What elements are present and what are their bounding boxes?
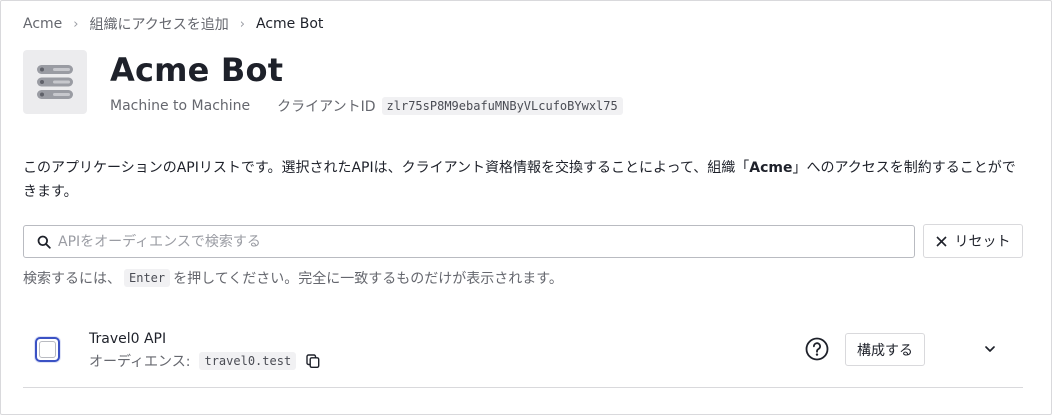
api-checkbox[interactable] (35, 337, 60, 362)
api-audience: オーディエンス: travel0.test (89, 350, 320, 372)
list-item: Travel0 API オーディエンス: travel0.test 構成する (23, 316, 1023, 388)
reset-button[interactable]: リセット (923, 224, 1023, 258)
hint-key: Enter (124, 269, 171, 287)
audience-label: オーディエンス: (89, 354, 191, 370)
hint-after: を押してください。完全に一致するものだけが表示されます。 (173, 271, 563, 287)
hint-before: 検索するには、 (23, 271, 121, 287)
breadcrumb-separator-icon: › (73, 16, 79, 32)
page-title: Acme Bot (110, 51, 284, 89)
copy-icon[interactable] (306, 354, 320, 368)
client-id-label: クライアントID (277, 99, 376, 115)
help-icon[interactable] (805, 337, 829, 361)
description-before: このアプリケーションのAPIリストです。選択されたAPIは、クライアント資格情報… (23, 160, 750, 176)
breadcrumb-item-current: Acme Bot (256, 16, 324, 32)
search-icon (37, 235, 51, 249)
audience-value: travel0.test (199, 352, 297, 370)
app-type: Machine to Machine (110, 98, 251, 114)
close-icon (935, 235, 947, 247)
description-text: このアプリケーションのAPIリストです。選択されたAPIは、クライアント資格情報… (23, 156, 1028, 204)
search-box[interactable] (23, 225, 915, 258)
configure-button[interactable]: 構成する (845, 333, 925, 366)
chevron-down-icon[interactable] (984, 343, 996, 355)
breadcrumb-item-add-access[interactable]: 組織にアクセスを追加 (89, 14, 228, 34)
breadcrumb-separator-icon: › (239, 16, 245, 32)
description-org: Acme (749, 160, 793, 176)
search-hint: 検索するには、 Enter を押してください。完全に一致するものだけが表示されま… (23, 266, 563, 290)
reset-button-label: リセット (954, 234, 1011, 250)
app-meta: Machine to Machine クライアントID zlr75sP8M9eb… (110, 96, 623, 116)
breadcrumb: Acme › 組織にアクセスを追加 › Acme Bot (23, 14, 323, 34)
breadcrumb-item-organization[interactable]: Acme (23, 16, 62, 32)
search-input[interactable] (58, 233, 914, 250)
server-icon (23, 50, 87, 114)
client-id-value: zlr75sP8M9ebafuMNByVLcufoBYwxl75 (381, 97, 623, 115)
api-name: Travel0 API (89, 331, 167, 347)
